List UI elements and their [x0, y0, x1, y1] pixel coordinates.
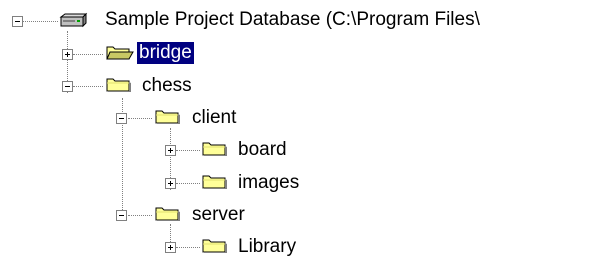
tree-connector: [176, 247, 200, 248]
collapse-toggle[interactable]: [116, 210, 127, 221]
folder-open-icon: [106, 46, 134, 60]
tree-node-label[interactable]: client: [190, 107, 238, 129]
tree-node-label[interactable]: server: [190, 204, 247, 226]
tree-connector: [176, 183, 200, 184]
tree-connector: [23, 21, 58, 22]
tree-connector: [73, 54, 103, 55]
tree-connector: [176, 150, 200, 151]
folder-icon: [155, 207, 180, 221]
tree-connector: [128, 118, 152, 119]
folder-icon: [155, 110, 180, 124]
folder-icon: [202, 142, 227, 156]
folder-icon: [202, 175, 227, 189]
tree-node-label[interactable]: bridge: [137, 42, 194, 64]
collapse-toggle[interactable]: [116, 113, 127, 124]
tree-node-label[interactable]: images: [236, 172, 301, 194]
collapse-toggle[interactable]: [62, 81, 73, 92]
tree-node-label[interactable]: Library: [236, 236, 298, 258]
tree-connector: [73, 86, 103, 87]
tree-node-label[interactable]: board: [236, 139, 289, 161]
folder-icon: [202, 239, 227, 253]
tree-connector: [128, 215, 152, 216]
expand-toggle[interactable]: [165, 145, 176, 156]
expand-toggle[interactable]: [165, 178, 176, 189]
collapse-toggle[interactable]: [12, 16, 23, 27]
project-tree-view[interactable]: Sample Project Database (C:\Program File…: [0, 0, 595, 259]
tree-node-label[interactable]: Sample Project Database (C:\Program File…: [103, 9, 482, 31]
expand-toggle[interactable]: [62, 49, 73, 60]
drive-icon: [59, 12, 88, 28]
tree-node-label[interactable]: chess: [140, 75, 194, 97]
folder-icon: [106, 78, 131, 92]
expand-toggle[interactable]: [165, 242, 176, 253]
